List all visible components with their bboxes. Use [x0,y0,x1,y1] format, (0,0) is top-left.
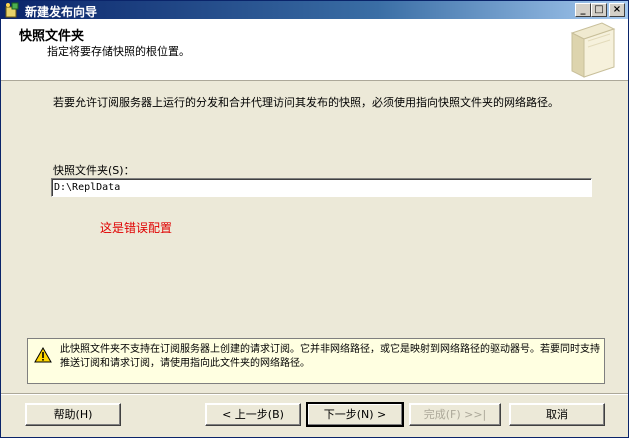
wizard-app-icon [5,2,19,18]
snapshot-folder-input[interactable] [51,178,592,197]
maximize-button[interactable]: □ [591,3,607,17]
error-annotation: 这是错误配置 [100,221,173,235]
next-button[interactable]: 下一步(N) > [307,403,403,426]
back-button[interactable]: < 上一步(B) [205,403,301,426]
window-title: 新建发布向导 [25,5,98,19]
instruction-text: 若要允许订阅服务器上运行的分发和合并代理访问其发布的快照，必须使用指向快照文件夹… [53,96,559,109]
warning-panel: 此快照文件夹不支持在订阅服务器上创建的请求订阅。它并非网络路径，或它是映射到网络… [27,338,605,384]
close-button[interactable]: × [609,3,625,17]
cancel-button[interactable]: 取消 [509,403,605,426]
page-title: 快照文件夹 [19,29,85,44]
warning-text: 此快照文件夹不支持在订阅服务器上创建的请求订阅。它并非网络路径，或它是映射到网络… [60,344,600,369]
page-subtitle: 指定将要存储快照的根位置。 [47,45,190,58]
title-bar[interactable]: 新建发布向导 _ □ × [1,1,628,19]
book-icon [570,22,616,78]
minimize-button[interactable]: _ [575,3,591,17]
help-button[interactable]: 帮助(H) [25,403,121,426]
warning-icon [34,347,52,363]
footer-divider [1,393,628,395]
wizard-header: 快照文件夹 指定将要存储快照的根位置。 [1,19,628,81]
wizard-window: 新建发布向导 _ □ × 快照文件夹 指定将要存储快照的根位置。 若要允许订阅服… [0,0,629,438]
finish-button[interactable]: 完成(F) >>| [409,403,501,426]
snapshot-folder-label: 快照文件夹(S)： [53,164,135,177]
